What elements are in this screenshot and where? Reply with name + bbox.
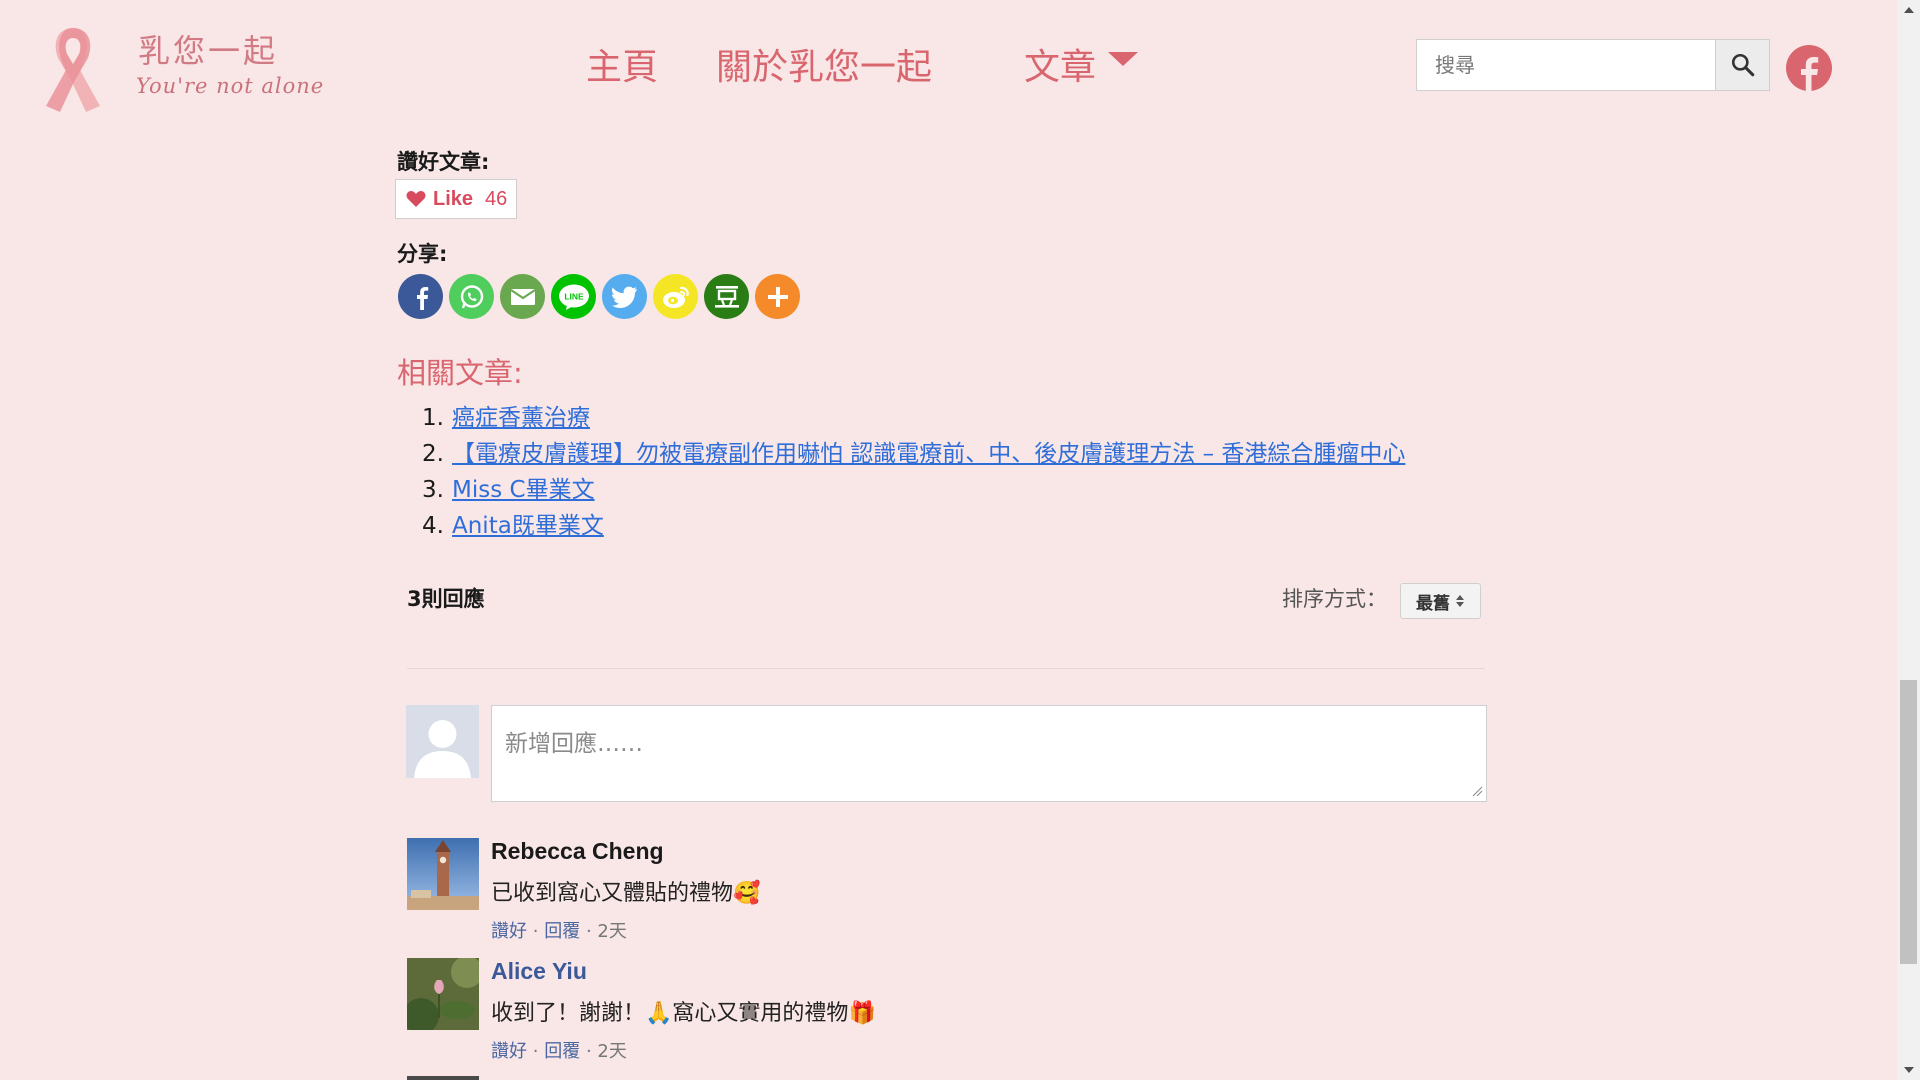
commenter-avatar[interactable] [407,958,479,1030]
current-user-avatar [406,705,479,778]
site-logo-subtitle[interactable]: You're not alone [136,74,324,98]
next-commenter-avatar [407,1076,479,1080]
sort-order-select[interactable]: 最舊 [1400,583,1481,619]
commenter-name[interactable]: Alice Yiu [491,958,587,985]
douban-share-icon[interactable] [704,274,749,319]
related-article-link[interactable]: Anita既畢業文 [452,513,604,539]
related-article-link[interactable]: 【電療皮膚護理】勿被電療副作用嚇怕 認識電療前、中、後皮膚護理方法 – 香港綜合… [452,441,1405,467]
gift-emoji-icon: 🎁 [848,1001,876,1026]
whatsapp-share-icon[interactable] [449,274,494,319]
comment-reply-link[interactable]: 回覆 [544,1041,580,1062]
facebook-page-icon[interactable] [1786,45,1832,91]
related-articles-list: 1. 癌症香薰治療 2. 【電療皮膚護理】勿被電療副作用嚇怕 認識電療前、中、後皮膚… [412,400,1405,544]
clock-tower-photo-icon [407,838,479,910]
comment-body-continued: 窩心又實用的禮物 [672,1001,849,1026]
search-input[interactable] [1417,40,1715,90]
heart-icon [406,191,426,207]
site-logo-title[interactable]: 乳您一起 [138,26,278,72]
email-share-icon[interactable] [500,274,545,319]
separator-dot: · [532,921,539,942]
nav-about[interactable]: 關於乳您一起 [716,38,932,90]
list-number: 2. [422,441,444,467]
list-item: 1. 癌症香薰治療 [412,400,1405,436]
sort-updown-icon [1456,595,1464,607]
scroll-up-arrow-icon[interactable] [1897,0,1920,20]
list-number: 1. [422,405,444,431]
comment-text: 收到了！謝謝！🙏窩心又實用的禮物🎁 [491,995,876,1027]
separator-dot: · [532,1041,539,1062]
more-share-icon[interactable] [755,274,800,319]
share-buttons-row: LINE [398,274,800,319]
like-section-label: 讚好文章: [397,150,490,174]
list-item: 3. Miss C畢業文 [412,472,1405,508]
related-article-link[interactable]: 癌症香薰治療 [452,405,590,431]
site-header: 乳您一起 You're not alone 主頁 關於乳您一起 文章 [0,0,1897,132]
comment-meta: 讚好 · 回覆 · 2天 [491,1037,627,1063]
nav-home[interactable]: 主頁 [586,38,658,90]
scroll-down-arrow-icon[interactable] [1897,1060,1920,1080]
comment-body: 收到了！謝謝！ [491,1001,646,1026]
sort-label: 排序方式： [1282,587,1387,611]
comment-like-link[interactable]: 讚好 [491,1041,527,1062]
like-label: Like [433,187,474,210]
page-scrollbar[interactable] [1897,0,1920,1080]
list-number: 3. [422,477,444,503]
sort-order-value: 最舊 [1416,593,1450,614]
comment-time[interactable]: 2天 [597,1041,626,1062]
lotus-photo-icon [407,958,479,1030]
list-item: 4. Anita既畢業文 [412,508,1405,544]
share-section-label: 分享: [397,242,448,266]
search-box [1416,39,1770,91]
comment-count: 3則回應 [407,587,485,611]
comment-like-link[interactable]: 讚好 [491,921,527,942]
commenter-avatar[interactable] [407,838,479,910]
separator-dot: · [585,1041,592,1062]
svg-text:LINE: LINE [564,291,584,301]
related-articles-title: 相關文章: [397,356,523,390]
list-item: 2. 【電療皮膚護理】勿被電療副作用嚇怕 認識電療前、中、後皮膚護理方法 – 香港… [412,436,1405,472]
smiling-hearts-emoji-icon: 🥰 [733,881,761,906]
related-article-link[interactable]: Miss C畢業文 [452,477,595,503]
comment-body: 已收到窩心又體貼的禮物 [491,881,734,906]
comment-reply-link[interactable]: 回覆 [544,921,580,942]
comment-text: 已收到窩心又體貼的禮物🥰 [491,875,760,907]
search-button[interactable] [1715,40,1769,90]
scrollbar-thumb[interactable] [1900,680,1917,964]
add-comment-input[interactable] [491,705,1487,802]
textarea-resize-handle-icon[interactable] [1471,785,1483,797]
line-share-icon[interactable]: LINE [551,274,596,319]
comment-meta: 讚好 · 回覆 · 2天 [491,917,627,943]
default-user-icon [406,705,479,778]
facebook-share-icon[interactable] [398,274,443,319]
pink-ribbon-logo-icon[interactable] [28,20,118,120]
like-count: 46 [485,187,508,210]
like-button[interactable]: Like 46 [395,179,517,219]
commenter-name[interactable]: Rebecca Cheng [491,838,664,865]
search-icon [1731,53,1754,77]
articles-dropdown-caret-icon[interactable] [1108,52,1138,66]
weibo-share-icon[interactable] [653,274,698,319]
folded-hands-emoji-icon: 🙏 [645,1001,673,1026]
list-number: 4. [422,513,444,539]
twitter-share-icon[interactable] [602,274,647,319]
separator-dot: · [585,921,592,942]
comment-time[interactable]: 2天 [597,921,626,942]
comments-divider [407,668,1485,669]
nav-articles[interactable]: 文章 [1024,38,1096,90]
